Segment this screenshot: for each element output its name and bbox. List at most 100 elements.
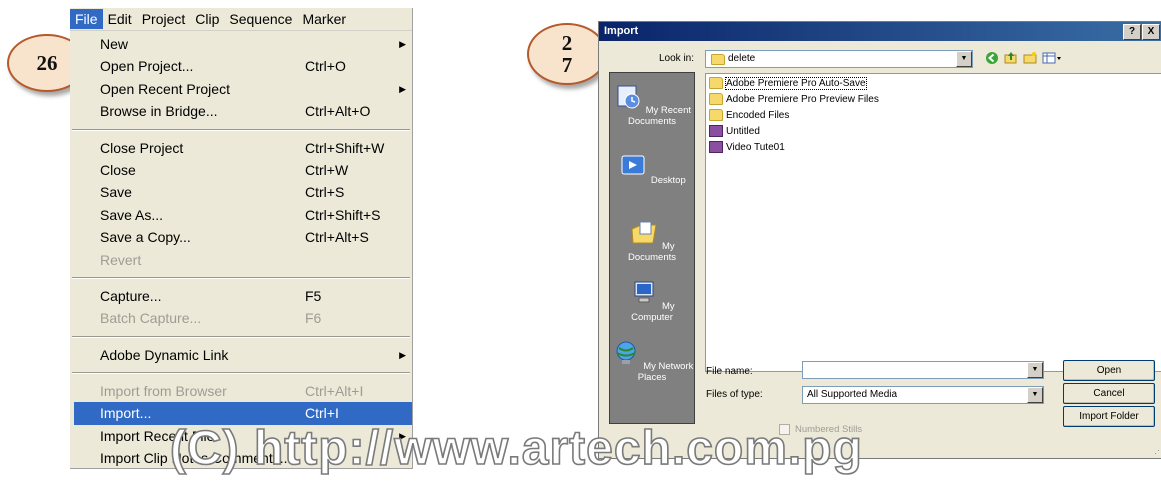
file-item-video-tute01[interactable]: Video Tute01 xyxy=(709,140,785,155)
file-item-preview-files[interactable]: Adobe Premiere Pro Preview Files xyxy=(709,92,879,107)
shortcut-close: Ctrl+W xyxy=(305,161,349,178)
menu-item-save-label: Save xyxy=(100,184,132,201)
place-my-computer[interactable]: My Computer xyxy=(610,279,694,323)
file-list[interactable]: Adobe Premiere Pro Auto-Save Adobe Premi… xyxy=(705,73,1161,372)
folder-icon xyxy=(709,109,723,122)
menu-item-close[interactable]: Close Ctrl+W xyxy=(70,159,412,181)
files-of-type-select[interactable]: All Supported Media ▼ xyxy=(802,386,1044,404)
recent-documents-icon xyxy=(617,85,640,109)
menu-project[interactable]: Project xyxy=(137,9,191,29)
dialog-titlebar[interactable]: Import ? X xyxy=(599,22,1161,41)
place-label: Desktop xyxy=(650,175,686,186)
menu-item-browse-bridge[interactable]: Browse in Bridge... Ctrl+Alt+O xyxy=(70,100,412,122)
file-name-label: File name: xyxy=(706,366,753,377)
import-folder-button[interactable]: Import Folder xyxy=(1063,406,1155,427)
menu-item-close-project[interactable]: Close Project Ctrl+Shift+W xyxy=(70,137,412,159)
place-my-recent-documents[interactable]: My Recent Documents xyxy=(610,83,694,127)
shortcut-save: Ctrl+S xyxy=(305,184,345,201)
folder-icon xyxy=(711,54,725,65)
menu-item-revert: Revert xyxy=(70,249,412,271)
shortcut-browse-bridge: Ctrl+Alt+O xyxy=(305,103,371,120)
step-badge-27: 2 7 xyxy=(527,23,607,85)
menu-item-adobe-dynamic-link[interactable]: Adobe Dynamic Link ▶ xyxy=(70,344,412,366)
chevron-down-icon[interactable]: ▼ xyxy=(1027,362,1043,378)
places-bar: My Recent Documents Desktop My Documents… xyxy=(609,72,695,424)
copyright-watermark: (C) http://www.artech.com.pg xyxy=(169,422,863,476)
help-button[interactable]: ? xyxy=(1123,24,1141,40)
shortcut-save-copy: Ctrl+Alt+S xyxy=(305,229,369,246)
menu-separator xyxy=(72,335,410,338)
folder-icon xyxy=(709,93,723,106)
step-badge-26-label: 26 xyxy=(36,50,58,75)
menu-item-browse-bridge-label: Browse in Bridge... xyxy=(100,103,218,120)
close-button[interactable]: X xyxy=(1142,24,1160,40)
view-menu-icon[interactable] xyxy=(1042,51,1064,65)
shortcut-open-project: Ctrl+O xyxy=(305,58,346,75)
file-item-name: Encoded Files xyxy=(726,110,790,121)
submenu-arrow-icon: ▶ xyxy=(399,83,406,94)
files-of-type-label: Files of type: xyxy=(706,389,763,400)
chevron-down-icon[interactable]: ▼ xyxy=(956,51,972,67)
shortcut-batch-capture: F6 xyxy=(305,310,322,327)
place-desktop[interactable]: Desktop xyxy=(610,153,694,186)
place-my-documents[interactable]: My Documents xyxy=(610,219,694,263)
network-places-icon xyxy=(616,341,636,364)
menu-item-save[interactable]: Save Ctrl+S xyxy=(70,181,412,203)
my-documents-icon xyxy=(631,221,657,244)
menu-separator xyxy=(72,276,410,279)
file-item-untitled[interactable]: Untitled xyxy=(709,124,760,139)
back-icon[interactable] xyxy=(985,51,999,65)
menu-file[interactable]: File xyxy=(70,9,103,29)
menu-item-open-project[interactable]: Open Project... Ctrl+O xyxy=(70,55,412,77)
menu-item-import-label: Import... xyxy=(100,405,152,422)
premiere-project-icon xyxy=(709,125,723,138)
menu-edit[interactable]: Edit xyxy=(103,9,137,29)
menu-item-dynamic-link-label: Adobe Dynamic Link xyxy=(100,346,229,363)
look-in-select[interactable]: delete ▼ xyxy=(705,50,973,68)
look-in-value: delete xyxy=(728,53,756,64)
desktop-icon xyxy=(621,155,645,175)
menu-item-save-as[interactable]: Save As... Ctrl+Shift+S xyxy=(70,204,412,226)
menu-item-open-recent-project[interactable]: Open Recent Project ▶ xyxy=(70,78,412,100)
menu-item-revert-label: Revert xyxy=(100,251,142,268)
menu-sequence[interactable]: Sequence xyxy=(224,9,297,29)
menu-separator xyxy=(72,128,410,131)
menu-item-save-copy-label: Save a Copy... xyxy=(100,229,191,246)
dialog-title: Import xyxy=(604,25,639,37)
step-badge-27-line2: 7 xyxy=(561,53,573,77)
menu-separator xyxy=(72,372,410,375)
look-in-label: Look in: xyxy=(659,53,695,64)
file-item-auto-save[interactable]: Adobe Premiere Pro Auto-Save xyxy=(709,76,867,91)
shortcut-import-browser: Ctrl+Alt+I xyxy=(305,383,364,400)
menu-item-new-label: New xyxy=(100,36,129,52)
menu-clip[interactable]: Clip xyxy=(190,9,224,29)
folder-icon xyxy=(709,77,723,90)
menu-item-capture[interactable]: Capture... F5 xyxy=(70,285,412,307)
menu-item-close-label: Close xyxy=(100,161,136,178)
menu-item-save-copy[interactable]: Save a Copy... Ctrl+Alt+S xyxy=(70,226,412,248)
my-computer-icon xyxy=(634,281,654,303)
submenu-arrow-icon: ▶ xyxy=(399,39,406,49)
menu-item-close-project-label: Close Project xyxy=(100,139,184,156)
menu-item-import-from-browser: Import from Browser Ctrl+Alt+I xyxy=(70,380,412,402)
chevron-down-icon[interactable]: ▼ xyxy=(1027,387,1043,403)
resize-grip-icon[interactable]: ⋰ xyxy=(1154,445,1161,456)
cancel-button[interactable]: Cancel xyxy=(1063,383,1155,404)
file-item-name: Adobe Premiere Pro Preview Files xyxy=(726,94,879,105)
file-menu-dropdown: New ▶ Open Project... Ctrl+O Open Recent… xyxy=(70,31,412,468)
place-my-network-places[interactable]: My Network Places xyxy=(610,339,694,383)
up-folder-icon[interactable] xyxy=(1004,51,1018,65)
menu-item-new[interactable]: New ▶ xyxy=(70,33,412,55)
file-item-name: Video Tute01 xyxy=(726,142,785,153)
menu-item-save-as-label: Save As... xyxy=(100,206,164,223)
menu-marker[interactable]: Marker xyxy=(297,9,351,29)
open-button[interactable]: Open xyxy=(1063,360,1155,381)
file-name-input[interactable]: ▼ xyxy=(802,361,1044,379)
menu-bar: File Edit Project Clip Sequence Marker xyxy=(70,8,412,31)
menu-item-open-project-label: Open Project... xyxy=(100,58,194,75)
file-item-encoded-files[interactable]: Encoded Files xyxy=(709,108,789,123)
submenu-arrow-icon: ▶ xyxy=(399,349,406,360)
place-label: My Network Places xyxy=(637,361,694,383)
new-folder-icon[interactable] xyxy=(1023,51,1037,65)
menu-item-batch-capture: Batch Capture... F6 xyxy=(70,307,412,329)
